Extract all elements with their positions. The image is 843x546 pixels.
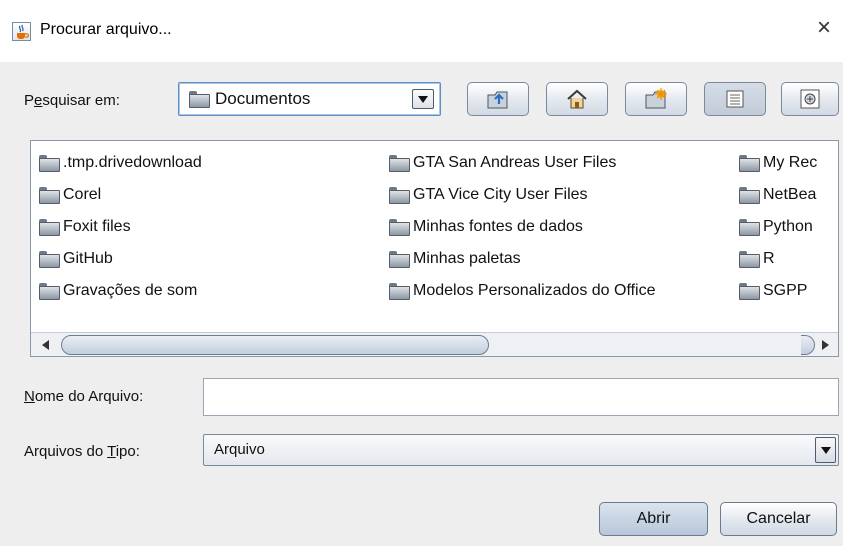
- scroll-thumb-next[interactable]: [801, 335, 815, 355]
- folder-icon: [389, 155, 410, 173]
- folder-icon: [739, 155, 760, 173]
- list-view-icon: [726, 90, 744, 108]
- file-type-label: Arquivos do Tipo:: [24, 443, 140, 460]
- list-item[interactable]: R: [739, 243, 817, 275]
- home-button[interactable]: [546, 82, 608, 116]
- folder-icon: [739, 219, 760, 237]
- list-item[interactable]: Foxit files: [39, 211, 202, 243]
- list-item[interactable]: My Rec: [739, 147, 817, 179]
- up-folder-button[interactable]: [467, 82, 529, 116]
- folder-icon: [39, 187, 60, 205]
- chevron-down-icon[interactable]: [412, 89, 434, 109]
- home-icon: [567, 89, 587, 109]
- file-column-3: My Rec NetBea Python R SGPP: [739, 147, 817, 307]
- folder-icon: [39, 219, 60, 237]
- folder-icon: [389, 251, 410, 269]
- list-view-button[interactable]: [704, 82, 766, 116]
- scroll-right-arrow-icon[interactable]: [815, 337, 835, 352]
- look-in-value: Documentos: [215, 89, 311, 108]
- folder-icon: [389, 283, 410, 301]
- file-name-label: Nome do Arquivo:: [24, 388, 144, 405]
- close-icon[interactable]: ×: [817, 14, 831, 42]
- folder-icon: [39, 251, 60, 269]
- file-type-value: Arquivo: [214, 441, 265, 458]
- list-item[interactable]: Minhas paletas: [389, 243, 656, 275]
- list-item[interactable]: GTA San Andreas User Files: [389, 147, 656, 179]
- java-cup-icon: [12, 22, 31, 41]
- look-in-combo[interactable]: Documentos: [178, 82, 441, 116]
- list-item[interactable]: GTA Vice City User Files: [389, 179, 656, 211]
- details-view-icon: [800, 89, 820, 109]
- window-title: Procurar arquivo...: [40, 21, 172, 38]
- chevron-down-icon[interactable]: [815, 437, 836, 463]
- open-button[interactable]: Abrir: [599, 502, 708, 536]
- list-item[interactable]: Python: [739, 211, 817, 243]
- look-in-label: Pesquisar em:: [24, 92, 120, 109]
- file-type-combo[interactable]: Arquivo: [203, 434, 839, 466]
- scroll-left-arrow-icon[interactable]: [35, 337, 55, 352]
- list-item[interactable]: Modelos Personalizados do Office: [389, 275, 656, 307]
- file-name-input[interactable]: [203, 378, 839, 416]
- cancel-button[interactable]: Cancelar: [720, 502, 837, 536]
- list-item[interactable]: Gravações de som: [39, 275, 202, 307]
- list-item[interactable]: .tmp.drivedownload: [39, 147, 202, 179]
- up-folder-icon: [487, 91, 508, 109]
- horizontal-scrollbar[interactable]: [31, 332, 838, 356]
- list-item[interactable]: Corel: [39, 179, 202, 211]
- file-column-2: GTA San Andreas User Files GTA Vice City…: [389, 147, 656, 307]
- folder-icon: [389, 219, 410, 237]
- list-item[interactable]: GitHub: [39, 243, 202, 275]
- folder-icon: [739, 283, 760, 301]
- details-view-button[interactable]: [781, 82, 839, 116]
- folder-icon: [39, 155, 60, 173]
- new-folder-button[interactable]: [625, 82, 687, 116]
- folder-icon: [739, 187, 760, 205]
- folder-icon: [189, 91, 210, 108]
- scroll-thumb[interactable]: [61, 335, 489, 355]
- file-column-1: .tmp.drivedownload Corel Foxit files Git…: [39, 147, 202, 307]
- title-bar: Procurar arquivo... ×: [0, 0, 843, 62]
- new-folder-icon: [645, 88, 667, 109]
- list-item[interactable]: SGPP: [739, 275, 817, 307]
- file-list[interactable]: .tmp.drivedownload Corel Foxit files Git…: [30, 140, 839, 357]
- folder-icon: [389, 187, 410, 205]
- list-item[interactable]: NetBea: [739, 179, 817, 211]
- folder-icon: [739, 251, 760, 269]
- folder-icon: [39, 283, 60, 301]
- list-item[interactable]: Minhas fontes de dados: [389, 211, 656, 243]
